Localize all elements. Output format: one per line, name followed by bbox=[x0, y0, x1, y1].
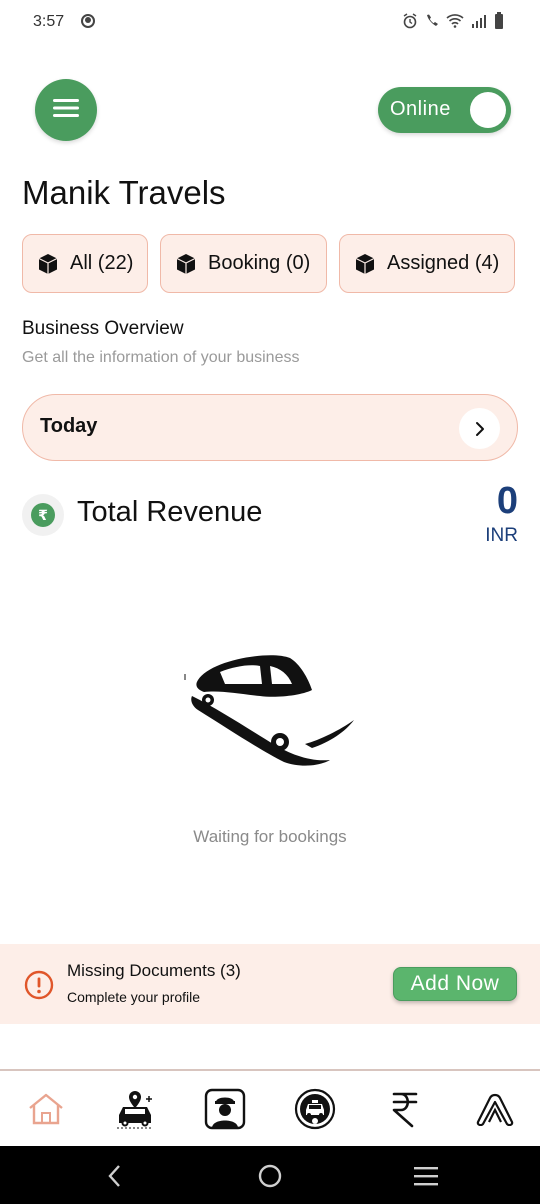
back-button[interactable] bbox=[100, 1162, 130, 1190]
date-range-selector[interactable]: Today bbox=[22, 394, 518, 461]
missing-documents-title: Missing Documents (3) bbox=[67, 961, 241, 980]
revenue-label: Total Revenue bbox=[77, 496, 263, 528]
filter-chip-assigned[interactable]: Assigned (4) bbox=[339, 234, 515, 293]
revenue-currency: INR bbox=[485, 525, 518, 546]
status-time: 3:57 bbox=[33, 13, 65, 30]
battery-icon bbox=[494, 12, 504, 30]
signal-icon bbox=[470, 13, 488, 29]
nav-cabs[interactable] bbox=[293, 1088, 337, 1135]
box-icon bbox=[353, 252, 377, 276]
warning-icon bbox=[24, 970, 54, 1005]
filter-chip-label: All (22) bbox=[70, 252, 134, 274]
missing-documents-banner: Missing Documents (3) Complete your prof… bbox=[0, 944, 540, 1024]
call-icon bbox=[424, 13, 440, 29]
recents-button[interactable] bbox=[411, 1162, 441, 1190]
taxi-icon bbox=[294, 1088, 336, 1135]
box-icon bbox=[36, 252, 60, 276]
page-title: Manik Travels bbox=[22, 174, 226, 211]
hamburger-icon bbox=[53, 98, 79, 123]
filter-chip-booking[interactable]: Booking (0) bbox=[160, 234, 327, 293]
filter-chip-all[interactable]: All (22) bbox=[22, 234, 148, 293]
status-icons bbox=[402, 12, 504, 30]
alarm-icon bbox=[402, 13, 418, 29]
missing-documents-subtitle: Complete your profile bbox=[67, 989, 201, 1005]
car-location-icon bbox=[113, 1089, 157, 1134]
rupee-icon: ₹ bbox=[31, 503, 55, 527]
revenue-amount: 0 bbox=[496, 480, 518, 522]
nav-home[interactable] bbox=[24, 1089, 68, 1133]
status-bar: 3:57 bbox=[0, 0, 540, 44]
nav-earnings[interactable] bbox=[383, 1089, 427, 1133]
rupee-icon bbox=[390, 1090, 420, 1133]
filter-chip-label: Booking (0) bbox=[208, 252, 311, 274]
empty-state-text: Waiting for bookings bbox=[193, 827, 347, 846]
nav-trips[interactable] bbox=[113, 1089, 157, 1133]
date-range-label: Today bbox=[40, 415, 98, 437]
box-icon bbox=[174, 252, 198, 276]
chevron-right-icon[interactable] bbox=[459, 408, 500, 449]
add-now-button[interactable]: Add Now bbox=[393, 967, 517, 1001]
car-illustration bbox=[180, 650, 360, 770]
online-toggle[interactable]: Online bbox=[378, 87, 511, 133]
driver-icon bbox=[204, 1088, 246, 1135]
toggle-knob bbox=[470, 92, 506, 128]
home-button[interactable] bbox=[255, 1162, 285, 1190]
overview-title: Business Overview bbox=[22, 318, 184, 339]
online-label: Online bbox=[390, 98, 451, 120]
account-icon bbox=[475, 1092, 515, 1131]
nav-drivers[interactable] bbox=[203, 1088, 247, 1135]
bottom-nav bbox=[0, 1069, 540, 1146]
menu-button[interactable] bbox=[35, 79, 97, 141]
filter-chip-label: Assigned (4) bbox=[387, 252, 500, 274]
notification-icon bbox=[80, 13, 96, 29]
revenue-icon: ₹ bbox=[22, 494, 64, 536]
wifi-icon bbox=[446, 13, 464, 29]
system-nav-bar bbox=[0, 1146, 540, 1204]
overview-subtitle: Get all the information of your business bbox=[22, 349, 300, 366]
nav-account[interactable] bbox=[473, 1089, 517, 1133]
home-icon bbox=[27, 1092, 65, 1131]
